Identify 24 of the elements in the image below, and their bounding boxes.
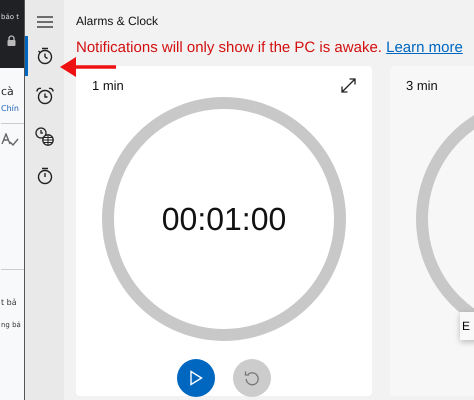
page-text: cà <box>1 85 15 98</box>
tooltip: E <box>460 312 474 340</box>
world-clock-icon <box>35 126 54 146</box>
timer-name: 1 min <box>92 78 124 93</box>
stopwatch-icon <box>36 167 54 185</box>
expand-icon[interactable] <box>341 78 356 93</box>
reset-button[interactable] <box>233 359 271 397</box>
timer-icon <box>36 47 54 65</box>
notification-warning: Notifications will only show if the PC is awake. Learn more <box>76 39 464 56</box>
play-icon <box>189 370 203 386</box>
page-link[interactable]: Chín <box>1 104 24 113</box>
timer-time: 00:01:00 <box>162 200 286 238</box>
reset-icon <box>244 370 260 386</box>
window-title: Alarms & Clock <box>76 14 160 28</box>
lock-icon <box>7 35 16 46</box>
alarm-clock-icon <box>36 87 54 105</box>
learn-more-link[interactable]: Learn more <box>386 39 463 56</box>
menu-icon <box>36 16 52 28</box>
arrow-annotation <box>60 55 118 79</box>
timer-card[interactable]: 1 min 00:01:00 <box>76 66 372 396</box>
spellcheck-icon[interactable] <box>1 133 19 147</box>
play-button[interactable] <box>177 359 215 397</box>
page-text: t bả <box>1 298 18 307</box>
timer-name: 3 min <box>406 78 438 93</box>
